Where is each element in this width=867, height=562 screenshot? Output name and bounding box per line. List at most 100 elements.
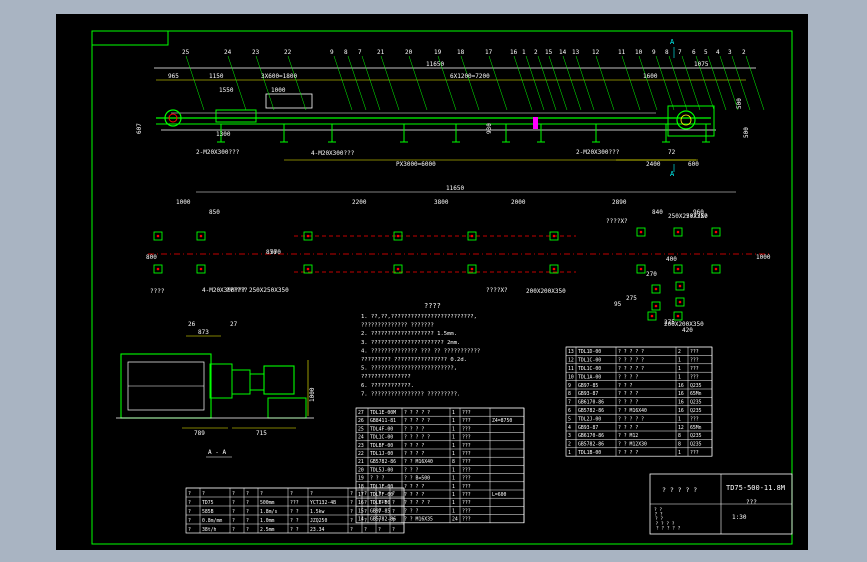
plan-dim-800: 800 <box>146 254 157 261</box>
table-cell: Q235 <box>690 433 702 439</box>
table-cell: ??? <box>690 450 699 456</box>
table-cell: ??? <box>690 366 699 372</box>
table-cell: ??? <box>462 459 471 465</box>
plan-dim-3800: 3800 <box>434 199 449 206</box>
table-cell: ? ? ? ? ? <box>404 435 430 441</box>
plan-dim-1000: 1000 <box>756 254 771 261</box>
balloon-16: 16 <box>510 49 518 56</box>
balloon-24: 24 <box>224 49 232 56</box>
leader-line <box>621 55 641 111</box>
section-label-aa: A - A <box>208 449 226 456</box>
table-cell: 1 <box>452 451 455 457</box>
section-mark-top: A <box>670 38 675 46</box>
table-cell: 1 <box>678 366 681 372</box>
table-cell: 2 <box>568 442 571 448</box>
table-cell: ? ? ? ? <box>404 492 424 498</box>
anchor-bolt <box>156 267 160 271</box>
table-cell: ? <box>246 518 249 524</box>
table-cell: TDL1D-00 <box>578 349 601 355</box>
table-cell: ??? <box>462 484 471 490</box>
title-block: ? ? ? ? ? TD75-500-11.8M ??? 1:30 ? ?? ?… <box>649 473 793 535</box>
note-line: 4. ?????????????? ??? ?? ??????????? <box>361 348 480 354</box>
table-cell: ??? <box>690 358 699 364</box>
leader-line <box>525 55 545 111</box>
table-cell: ? ? ? ? <box>404 443 424 449</box>
drive-dim-715: 715 <box>256 430 267 437</box>
plan-dim-1000: 1000 <box>176 199 191 206</box>
drawing-canvas[interactable]: A A 25 24 23 22 9 8 7 21 20 19 18 17 16 1 2 15 14 13 12 11 1… <box>56 14 808 550</box>
table-cell: TDL1E-00M <box>370 410 396 416</box>
table-cell: ? ? M16X40 <box>404 459 433 465</box>
anchor-bolt <box>199 234 203 238</box>
balloon-9: 9 <box>330 49 334 56</box>
balloon-3: 3 <box>728 49 732 56</box>
table-cell: ? <box>364 518 367 524</box>
plan-dim-11650: 11650 <box>446 185 464 192</box>
table-cell: ? <box>350 491 353 497</box>
anchor-bolt <box>552 267 556 271</box>
table-cell: GB97-85 <box>578 383 598 389</box>
table-cell: 1 <box>678 374 681 380</box>
table-cell: TDL1C-00 <box>578 358 601 364</box>
table-cell: 1 <box>452 435 455 441</box>
table-cell: ??? <box>462 451 471 457</box>
table-cell: 10 <box>568 374 574 380</box>
table-cell: 6 <box>568 408 571 414</box>
leader-line <box>361 55 381 111</box>
table-cell: ? ? M16X35 <box>404 517 433 523</box>
leader-line <box>333 55 353 111</box>
table-cell: 8 <box>678 442 681 448</box>
leader-line <box>548 55 568 111</box>
leader-line <box>227 55 247 111</box>
table-cell: ? <box>188 518 191 524</box>
table-cell: ? ? M16X40 <box>618 408 647 414</box>
balloon-12: 12 <box>592 49 600 56</box>
leader-line <box>655 55 675 111</box>
table-cell: 0.8m/mm <box>202 518 222 524</box>
table-cell: Q235 <box>690 408 702 414</box>
anchor-bolt <box>306 267 310 271</box>
table-cell: 23.34 <box>310 527 325 533</box>
table-cell: ? ? <box>290 527 299 533</box>
table-cell: ? <box>246 491 249 497</box>
drawing-svg: A A 25 24 23 22 9 8 7 21 20 19 18 17 16 1 2 15 14 13 12 11 1… <box>91 30 793 545</box>
leader-line <box>408 55 428 111</box>
table-cell: ? <box>378 509 381 515</box>
table-cell: 1.5kw <box>310 509 325 515</box>
table-cell: 2.5mm <box>260 527 275 533</box>
drive-section-view: 26 27 873 789 715 1000 A - A <box>116 321 316 458</box>
table-cell: ? <box>246 509 249 515</box>
plan-dim-2200: 2200 <box>352 199 367 206</box>
note-line: 7. ???????????????? ?????????. <box>361 391 460 397</box>
table-cell: ??? <box>690 374 699 380</box>
table-cell: L=600 <box>492 492 507 498</box>
anchor-bolt <box>676 314 680 318</box>
table-cell: 16 <box>678 391 684 397</box>
dim-500-right: 500 <box>743 127 750 138</box>
anchor-bolt <box>714 267 718 271</box>
title-subname: ??? <box>746 499 757 506</box>
table-cell: GB6170-86 <box>578 400 604 406</box>
dim-11650: 11650 <box>426 61 444 68</box>
table-cell: ??? <box>462 435 471 441</box>
dim-965: 965 <box>168 73 179 80</box>
table-cell: 1 <box>452 418 455 424</box>
leader-line <box>595 55 615 111</box>
table-cell: TDL1B-00 <box>578 450 601 456</box>
table-cell: 1 <box>452 484 455 490</box>
table-cell: 1.8m/s <box>260 509 277 515</box>
note-line: 5. ?????????????????????????, <box>361 366 457 372</box>
balloon-4: 4 <box>716 49 720 56</box>
table-cell: ? <box>310 491 313 497</box>
table-cell: 65Mn <box>690 391 702 397</box>
leader-line <box>185 55 205 111</box>
anchor-bolt <box>199 267 203 271</box>
note-line: ????????? ???????????????? 0.2d. <box>361 357 467 363</box>
table-cell: ? ? ? <box>370 476 385 482</box>
balloon-25: 25 <box>182 49 190 56</box>
table-cell: ? <box>188 500 191 506</box>
plan-callout: ?????? <box>226 287 248 294</box>
table-cell: GB8411-81 <box>370 418 396 424</box>
table-cell: 9 <box>568 383 571 389</box>
table-cell: ??? <box>462 443 471 449</box>
